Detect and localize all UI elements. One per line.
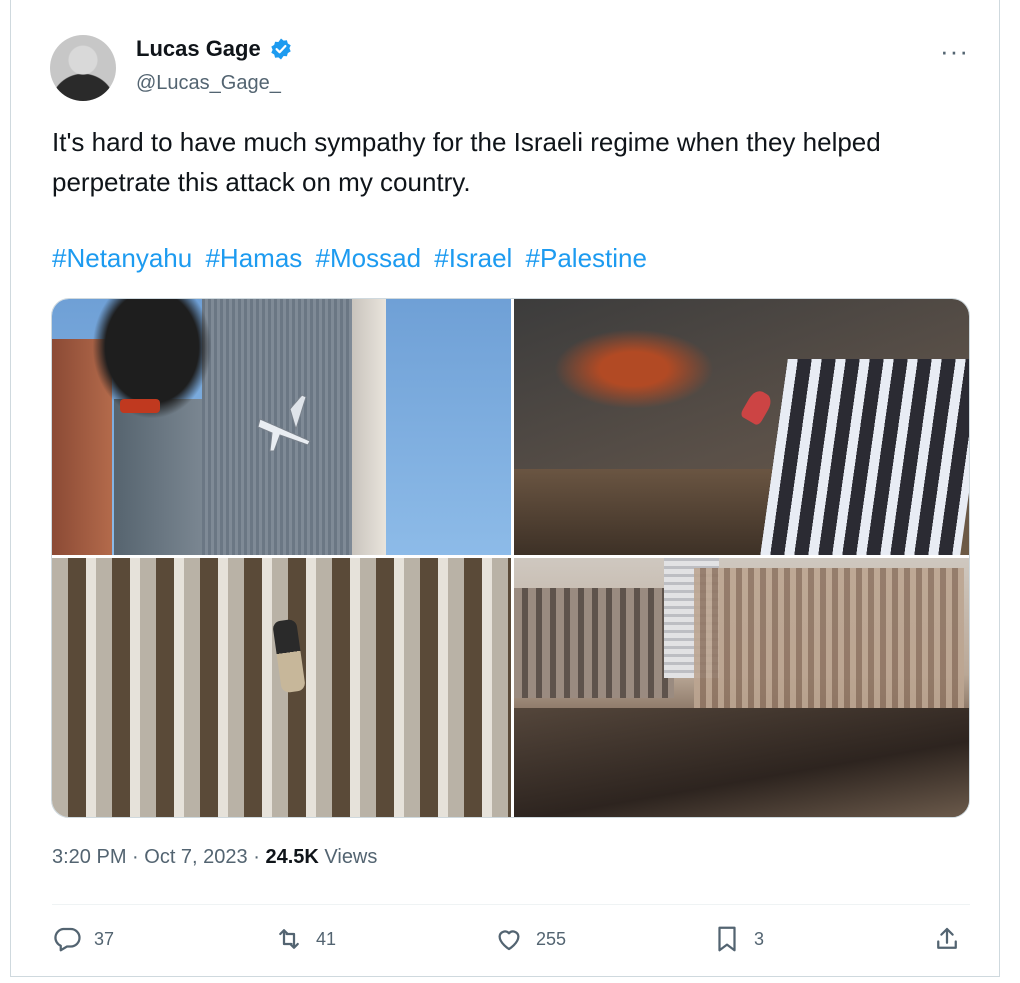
avatar[interactable] <box>50 35 116 101</box>
divider <box>52 904 970 905</box>
meta-separator: · <box>253 846 266 868</box>
tweet-meta: 3:20 PM · Oct 7, 2023 · 24.5K Views <box>52 846 377 869</box>
repost-count: 41 <box>316 928 337 949</box>
bookmark-button[interactable]: 3 <box>712 924 764 954</box>
media-photo-2[interactable] <box>514 299 969 555</box>
meta-separator: · <box>132 846 145 868</box>
more-options-icon[interactable]: ··· <box>940 36 969 67</box>
bookmark-count: 3 <box>754 928 765 949</box>
media-grid <box>51 298 970 818</box>
hashtag-israel[interactable]: #Israel <box>434 243 512 273</box>
verified-badge-icon <box>271 38 291 60</box>
tweet-time[interactable]: 3:20 PM <box>52 846 126 868</box>
hashtag-hamas[interactable]: #Hamas <box>205 243 302 273</box>
hashtag-palestine[interactable]: #Palestine <box>526 243 647 273</box>
repost-icon <box>279 929 299 949</box>
hashtag-netanyahu[interactable]: #Netanyahu <box>52 243 192 273</box>
tweet-date[interactable]: Oct 7, 2023 <box>144 846 247 868</box>
tweet-text: It's hard to have much sympathy for the … <box>52 127 881 197</box>
share-button[interactable] <box>932 924 962 954</box>
reply-button[interactable]: 37 <box>52 924 114 954</box>
author-display-name[interactable]: Lucas Gage <box>136 36 261 62</box>
reply-icon <box>54 927 81 952</box>
media-photo-1[interactable] <box>52 299 511 555</box>
heart-icon <box>498 930 520 951</box>
media-photo-4[interactable] <box>514 558 969 817</box>
views-count: 24.5K <box>265 846 319 868</box>
hashtag-mossad[interactable]: #Mossad <box>316 243 422 273</box>
repost-button[interactable]: 41 <box>274 924 336 954</box>
hashtag-list: #Netanyahu #Hamas #Mossad #Israel #Pales… <box>52 238 653 278</box>
action-bar: 37 41 255 3 <box>52 924 970 960</box>
bookmark-icon <box>718 926 736 952</box>
share-icon <box>937 927 957 949</box>
author-name-row: Lucas Gage <box>136 36 293 62</box>
like-button[interactable]: 255 <box>494 924 566 954</box>
like-count: 255 <box>536 928 567 949</box>
reply-count: 37 <box>94 928 115 949</box>
views-label: Views <box>324 846 378 868</box>
media-photo-3[interactable] <box>52 558 511 817</box>
author-handle[interactable]: @Lucas_Gage_ <box>136 72 281 95</box>
